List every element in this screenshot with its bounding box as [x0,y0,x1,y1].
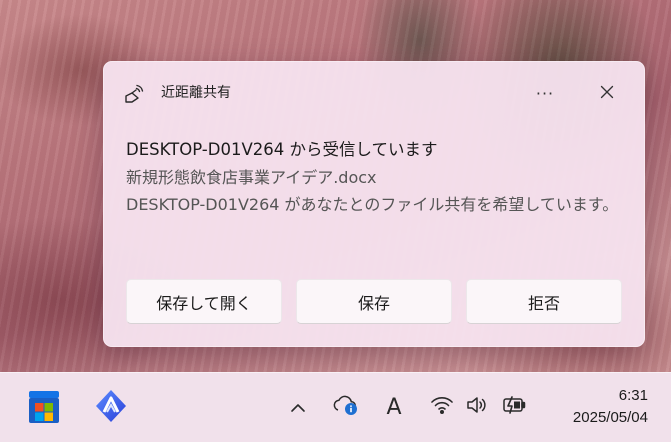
onedrive-button[interactable] [330,393,362,421]
chevron-up-icon [290,398,306,417]
decline-button[interactable]: 拒否 [466,279,622,324]
volume-button[interactable] [463,395,491,419]
save-and-open-button[interactable]: 保存して開く [126,279,282,324]
notification-actions: 保存して開く 保存 拒否 [126,279,622,325]
start-button[interactable] [24,389,64,429]
notification-header: 近距離共有 ··· [103,61,645,125]
notification-file-name: 新規形態飲食店事業アイデア.docx [126,168,377,187]
pinned-app-button[interactable] [91,388,131,428]
app-logo-icon [93,388,129,428]
taskbar: A 6:31 2025/05/04 [0,372,671,442]
ime-indicator[interactable]: A [380,393,408,421]
clock-date: 2025/05/04 [572,409,648,426]
nearby-share-icon [123,81,147,105]
windows-start-icon [27,389,61,429]
more-options-button[interactable]: ··· [527,79,563,107]
close-button[interactable] [589,79,625,107]
notification-app-name: 近距離共有 [161,85,231,101]
taskbar-clock[interactable]: 6:31 2025/05/04 [548,385,648,430]
speaker-icon [465,395,489,419]
show-hidden-icons-button[interactable] [286,395,310,419]
clock-time: 6:31 [618,387,648,404]
nearby-share-notification: 近距離共有 ··· DESKTOP-D01V264 から受信しています 新規形態… [103,61,645,347]
close-icon [600,84,614,103]
wifi-button[interactable] [428,395,456,419]
save-button[interactable]: 保存 [296,279,452,324]
wifi-icon [430,395,454,419]
notification-message: DESKTOP-D01V264 があなたとのファイル共有を希望しています。 [126,195,619,214]
notification-title: DESKTOP-D01V264 から受信しています [126,140,438,159]
battery-button[interactable] [499,395,529,419]
battery-charging-icon [501,396,527,418]
cloud-info-icon [332,393,360,421]
